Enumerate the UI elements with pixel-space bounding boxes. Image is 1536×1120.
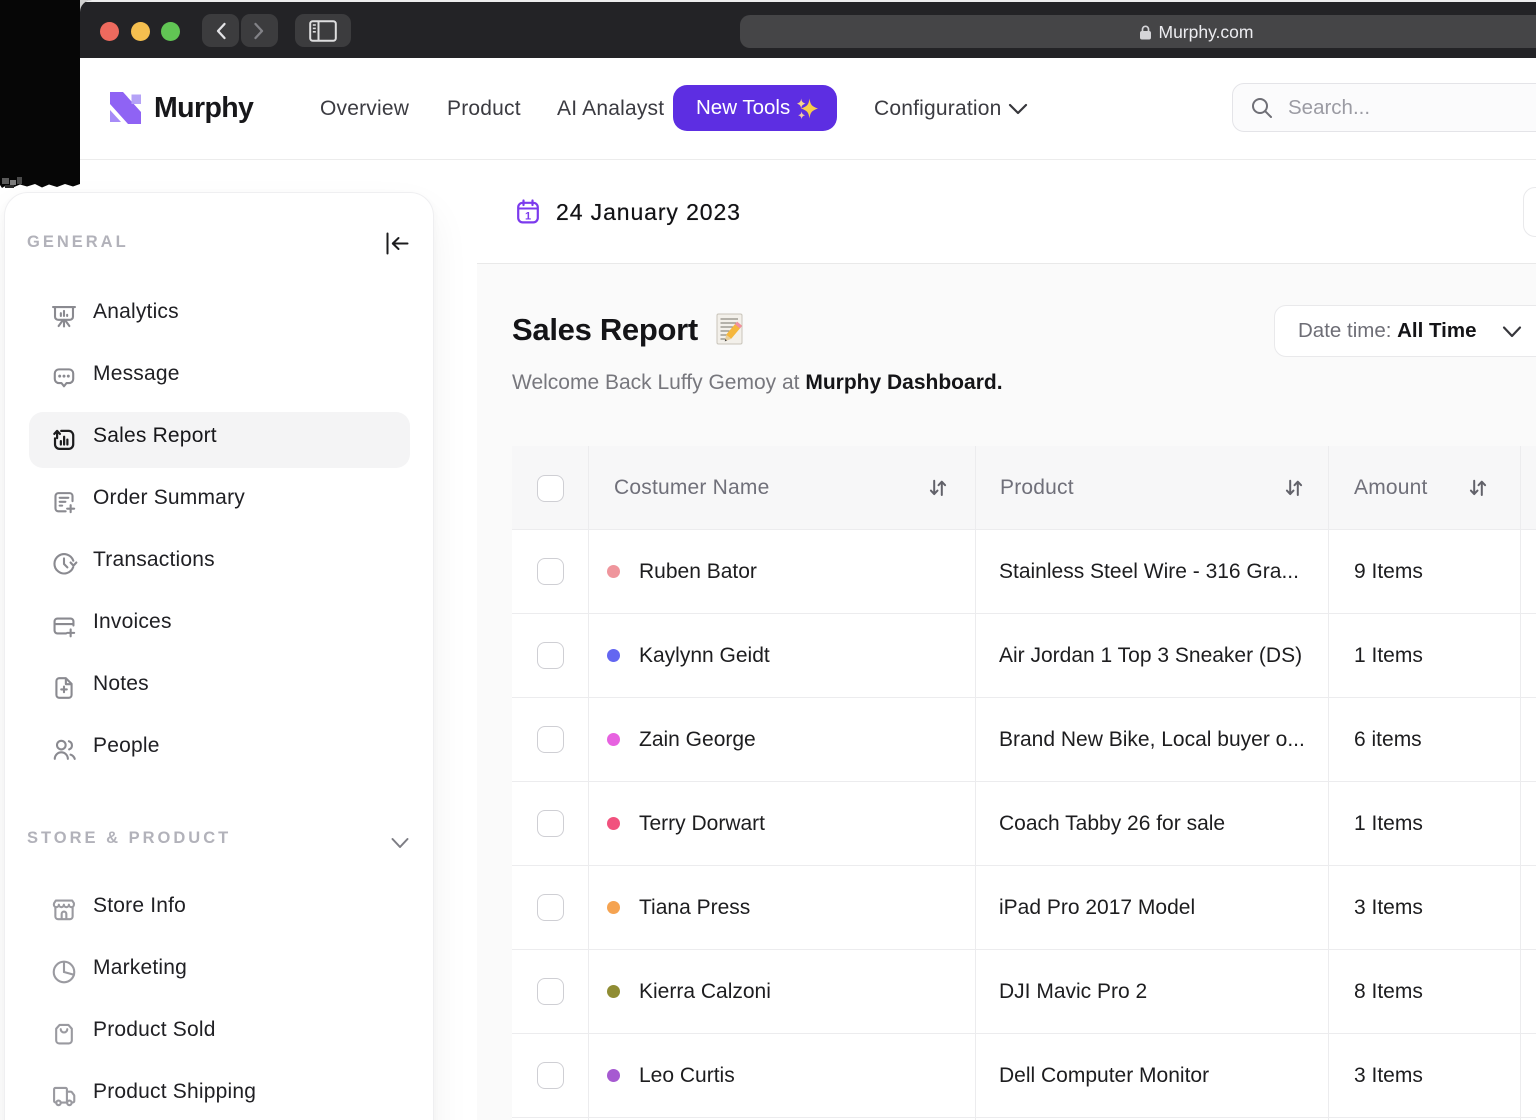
svg-text:1: 1 — [525, 211, 531, 223]
